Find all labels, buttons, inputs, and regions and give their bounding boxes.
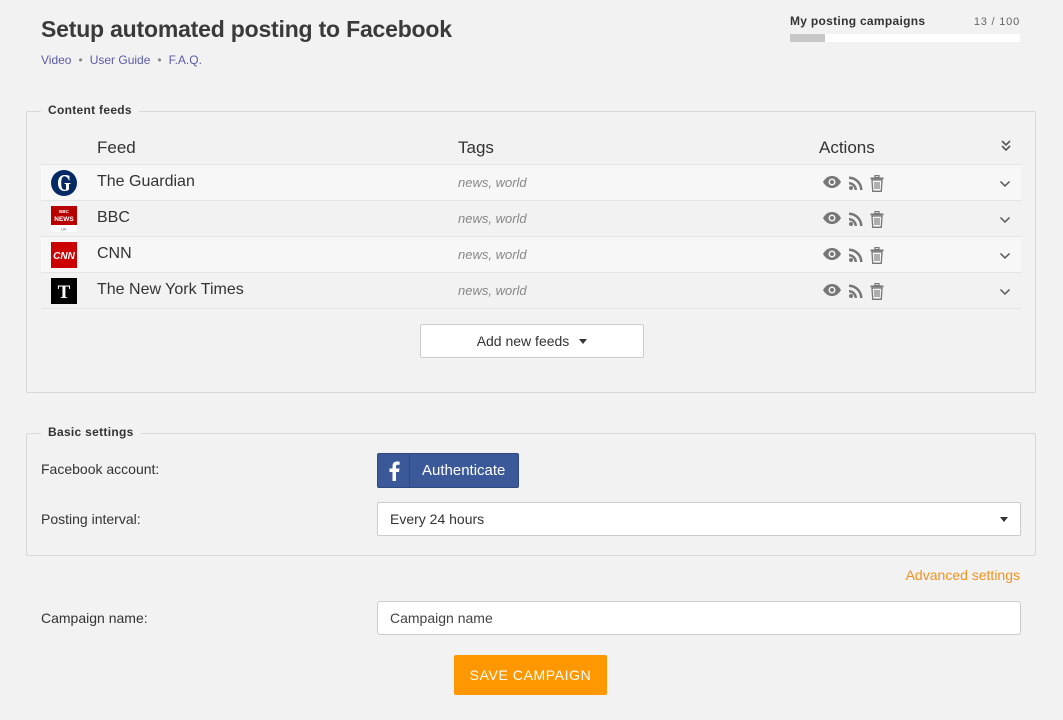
- svg-text:T: T: [58, 282, 71, 303]
- chevron-down-icon[interactable]: [999, 247, 1011, 260]
- page-title: Setup automated posting to Facebook: [41, 16, 452, 42]
- posting-interval-select[interactable]: Every 24 hours: [377, 502, 1021, 536]
- expand-all-icon[interactable]: [1001, 140, 1011, 155]
- content-feeds-legend: Content feeds: [41, 103, 139, 117]
- delete-trash-icon[interactable]: [870, 174, 884, 193]
- column-actions: Actions: [819, 138, 875, 157]
- quota-label: My posting campaigns: [790, 14, 926, 28]
- video-link[interactable]: Video: [41, 53, 71, 67]
- feed-row: The Guardian news, world: [41, 165, 1021, 201]
- feed-name: The New York Times: [97, 281, 244, 298]
- feed-actions: [822, 210, 884, 229]
- campaign-name-label: Campaign name:: [41, 610, 148, 626]
- feeds-table: Feed Tags Actions The Guardian news, worl…: [41, 132, 1021, 309]
- authenticate-button[interactable]: Authenticate: [377, 453, 519, 488]
- facebook-account-label: Facebook account:: [41, 461, 160, 477]
- posting-interval-label: Posting interval:: [41, 511, 141, 527]
- authenticate-label: Authenticate: [422, 462, 506, 479]
- nyt-logo: T: [51, 278, 77, 304]
- feed-actions: [822, 174, 884, 193]
- quota-progress-fill: [790, 34, 825, 42]
- guardian-logo: [51, 170, 77, 196]
- feed-name: The Guardian: [97, 173, 195, 190]
- basic-settings-section: Basic settings Facebook account: Authent…: [26, 425, 1036, 556]
- feed-row: T The New York Times news, world: [41, 273, 1021, 309]
- quota-count: 13 / 100: [973, 16, 1020, 28]
- feed-actions: [822, 282, 884, 301]
- preview-eye-icon[interactable]: [822, 175, 842, 193]
- cnn-logo: CNN: [51, 242, 77, 268]
- feed-actions: [822, 246, 884, 265]
- basic-settings-legend: Basic settings: [41, 425, 141, 439]
- campaign-name-input[interactable]: [377, 601, 1021, 635]
- svg-text:UK: UK: [61, 227, 67, 232]
- feed-tags: news, world: [458, 211, 527, 226]
- faq-link[interactable]: F.A.Q.: [169, 53, 202, 67]
- chevron-down-icon[interactable]: [999, 283, 1011, 296]
- feed-row: CNN CNN news, world: [41, 237, 1021, 273]
- delete-trash-icon[interactable]: [870, 282, 884, 301]
- advanced-settings-link[interactable]: Advanced settings: [906, 567, 1020, 583]
- svg-text:CNN: CNN: [53, 251, 75, 262]
- delete-trash-icon[interactable]: [870, 246, 884, 265]
- link-separator: •: [157, 53, 162, 67]
- add-new-feeds-label: Add new feeds: [476, 333, 570, 349]
- caret-down-icon: [579, 338, 588, 344]
- quota-progress-bar: [790, 34, 1020, 42]
- preview-eye-icon[interactable]: [822, 283, 842, 301]
- feed-name: CNN: [97, 245, 132, 262]
- caret-down-icon: [1000, 517, 1008, 522]
- rss-icon[interactable]: [848, 283, 864, 301]
- feeds-table-header: Feed Tags Actions: [41, 132, 1021, 165]
- add-new-feeds-button[interactable]: Add new feeds: [420, 324, 644, 358]
- preview-eye-icon[interactable]: [822, 211, 842, 229]
- feed-tags: news, world: [458, 283, 527, 298]
- save-campaign-button[interactable]: SAVE CAMPAIGN: [454, 655, 607, 695]
- delete-trash-icon[interactable]: [870, 210, 884, 229]
- feed-name: BBC: [97, 209, 130, 226]
- facebook-icon: [378, 454, 410, 487]
- svg-text:BBC: BBC: [59, 209, 69, 214]
- user-guide-link[interactable]: User Guide: [90, 53, 151, 67]
- chevron-down-icon[interactable]: [999, 175, 1011, 188]
- bbc-news-logo: BBC NEWS UK: [51, 206, 77, 232]
- rss-icon[interactable]: [848, 211, 864, 229]
- svg-text:NEWS: NEWS: [54, 216, 74, 223]
- posting-interval-value: Every 24 hours: [390, 511, 485, 527]
- feed-tags: news, world: [458, 247, 527, 262]
- content-feeds-section: Content feeds Feed Tags Actions The Guar…: [26, 103, 1036, 393]
- chevron-down-icon[interactable]: [999, 211, 1011, 224]
- help-links: Video • User Guide • F.A.Q.: [41, 53, 202, 67]
- feed-tags: news, world: [458, 175, 527, 190]
- feed-row: BBC NEWS UK BBC news, world: [41, 201, 1021, 237]
- rss-icon[interactable]: [848, 247, 864, 265]
- column-tags: Tags: [458, 138, 494, 157]
- link-separator: •: [78, 53, 83, 67]
- rss-icon[interactable]: [848, 175, 864, 193]
- campaign-quota: My posting campaigns 13 / 100: [790, 14, 1020, 42]
- preview-eye-icon[interactable]: [822, 247, 842, 265]
- column-feed: Feed: [97, 138, 136, 157]
